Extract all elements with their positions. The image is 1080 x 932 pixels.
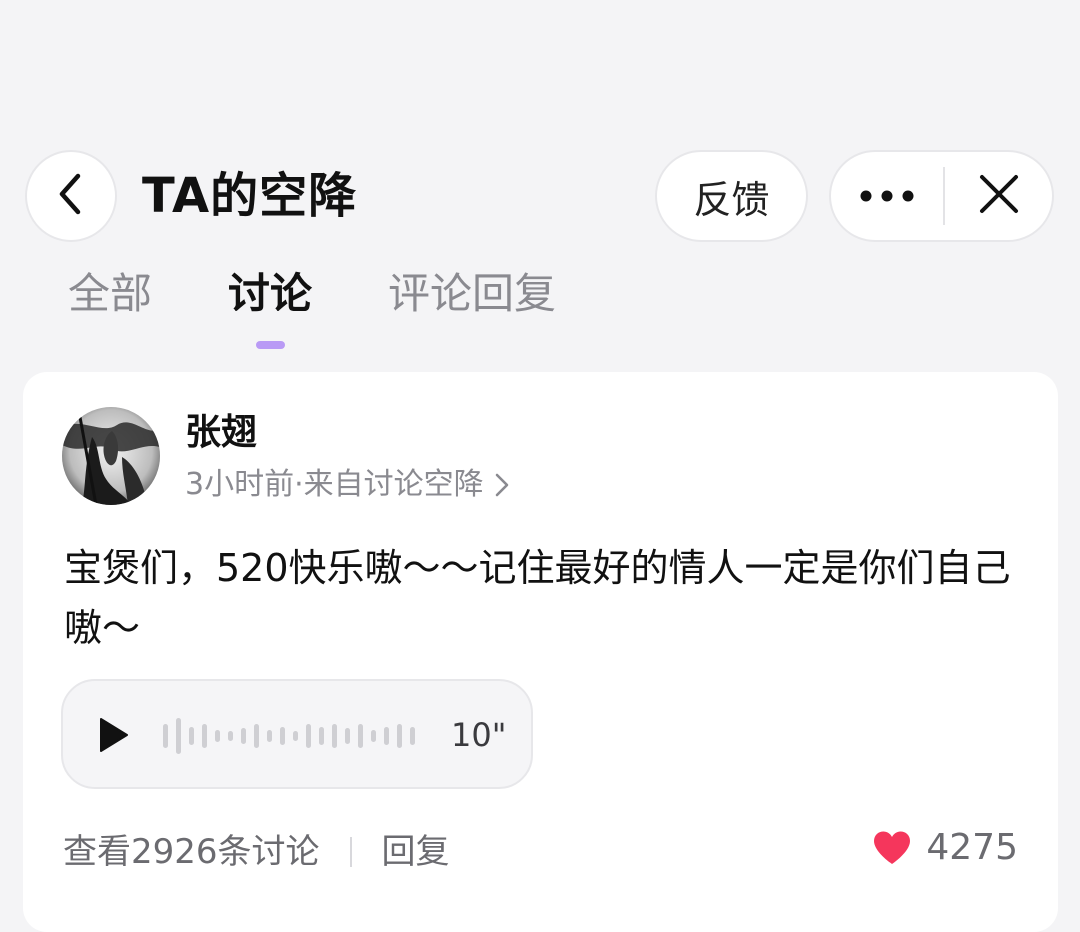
mini-program-capsule bbox=[829, 150, 1054, 242]
active-tab-indicator bbox=[256, 341, 285, 349]
like-button[interactable]: 4275 bbox=[872, 824, 1018, 872]
avatar[interactable] bbox=[62, 407, 160, 505]
chevron-left-icon bbox=[56, 172, 86, 220]
play-icon[interactable] bbox=[97, 717, 129, 753]
back-button[interactable] bbox=[25, 150, 117, 242]
tab-discussion[interactable]: 讨论 bbox=[228, 264, 312, 324]
more-dots-icon bbox=[860, 187, 914, 206]
discussion-card[interactable]: 张翅 3小时前·来自讨论空降 宝煲们，520快乐嗷～～记住最好的情人一定是你们自… bbox=[23, 372, 1058, 932]
username[interactable]: 张翅 bbox=[185, 410, 257, 456]
audio-duration: 10" bbox=[451, 716, 507, 754]
post-meta[interactable]: 3小时前·来自讨论空降 bbox=[185, 464, 510, 506]
card-footer-actions: 查看2926条讨论 回复 bbox=[63, 828, 450, 876]
reply-button[interactable]: 回复 bbox=[382, 828, 450, 876]
heart-icon bbox=[872, 830, 912, 866]
footer-divider bbox=[349, 837, 352, 867]
post-meta-text: 3小时前·来自讨论空降 bbox=[185, 467, 484, 502]
post-content: 宝煲们，520快乐嗷～～记住最好的情人一定是你们自己嗷～ bbox=[64, 546, 1011, 650]
chevron-right-icon bbox=[494, 472, 510, 498]
tab-bar: 全部 讨论 评论回复 bbox=[0, 264, 1080, 354]
voice-message[interactable]: 10" bbox=[61, 679, 533, 789]
tab-comment-replies[interactable]: 评论回复 bbox=[388, 264, 556, 324]
close-button[interactable] bbox=[945, 152, 1052, 240]
waveform-icon bbox=[163, 715, 423, 757]
like-count: 4275 bbox=[926, 827, 1018, 868]
view-discussions-link[interactable]: 查看2926条讨论 bbox=[63, 828, 320, 876]
tab-all[interactable]: 全部 bbox=[68, 264, 152, 324]
feedback-button[interactable]: 反馈 bbox=[655, 150, 808, 242]
more-button[interactable] bbox=[831, 152, 943, 240]
close-icon bbox=[979, 174, 1019, 218]
page-title: TA的空降 bbox=[142, 168, 358, 224]
